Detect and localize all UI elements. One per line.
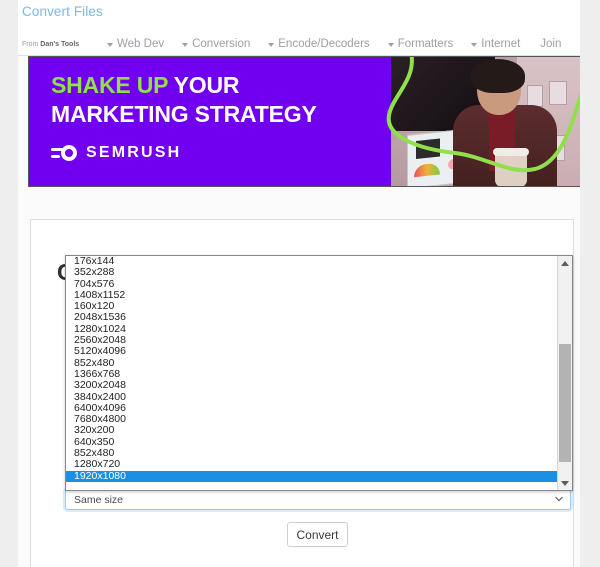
- size-select[interactable]: Same size: [65, 489, 571, 510]
- nav-label: Join: [540, 38, 562, 50]
- semrush-ad-banner[interactable]: SHAKE UP YOUR MARKETING STRATEGY SEMRUSH: [28, 56, 580, 187]
- resolution-option[interactable]: 5120x4096: [66, 346, 557, 358]
- resolution-option[interactable]: 160x120: [66, 300, 557, 312]
- resolution-option[interactable]: 1408x1152: [66, 289, 557, 301]
- resolution-option[interactable]: 1920x1080: [66, 470, 557, 482]
- chevron-down-icon: [471, 43, 478, 47]
- from-brand: Dan's Tools: [40, 41, 80, 48]
- resolution-option[interactable]: 1280x1024: [66, 323, 557, 335]
- ad-headline-rest: YOUR: [167, 72, 240, 98]
- convert-button[interactable]: Convert: [287, 522, 348, 547]
- nav-label: Encode/Decoders: [278, 38, 370, 50]
- nav-item-internet[interactable]: Internet: [462, 37, 529, 51]
- ad-headline: SHAKE UP YOUR MARKETING STRATEGY: [51, 71, 317, 129]
- nav-item-encode-decoders[interactable]: Encode/Decoders: [259, 37, 378, 51]
- page-container: Convert Files From Dan's Tools Web Dev C…: [18, 0, 580, 567]
- size-select-value: Same size: [74, 493, 124, 506]
- scrollbar-thumb[interactable]: [559, 344, 571, 462]
- chevron-down-icon: [387, 43, 394, 47]
- ad-photo: [391, 57, 580, 186]
- nav-item-login[interactable]: Login: [572, 37, 580, 51]
- chevron-down-icon: [182, 43, 189, 47]
- scroll-down-arrow-icon[interactable]: [558, 476, 572, 490]
- resolution-option[interactable]: 176x144: [66, 256, 557, 267]
- ad-headline-line2: MARKETING STRATEGY: [51, 101, 317, 127]
- scroll-up-arrow-icon[interactable]: [558, 256, 572, 270]
- semrush-wordmark: SEMRUSH: [86, 144, 182, 161]
- resolution-option[interactable]: 7680x4800: [66, 413, 557, 425]
- resolution-option[interactable]: 3840x2400: [66, 391, 557, 403]
- nav-item-join[interactable]: Join: [529, 37, 572, 51]
- resolution-option[interactable]: 3200x2048: [66, 379, 557, 391]
- semrush-logo: SEMRUSH: [51, 144, 181, 162]
- nav-label: Web Dev: [117, 38, 165, 50]
- chevron-down-icon: [555, 496, 563, 502]
- chevron-down-icon: [268, 43, 275, 47]
- site-header: Convert Files From Dan's Tools Web Dev C…: [18, 0, 580, 56]
- resolution-option[interactable]: 2048x1536: [66, 312, 557, 324]
- resolution-listbox[interactable]: 176x144 352x288 704x576 1408x1152 160x120 204…: [65, 255, 573, 491]
- resolution-option[interactable]: 320x200: [66, 425, 557, 437]
- ad-text-panel: SHAKE UP YOUR MARKETING STRATEGY SEMRUSH: [29, 57, 409, 186]
- semrush-comet-icon: [51, 144, 77, 162]
- nav-item-conversion[interactable]: Conversion: [173, 37, 259, 51]
- from-prefix: From: [22, 41, 41, 48]
- nav-label: Formatters: [397, 38, 454, 50]
- resolution-option[interactable]: 1280x720: [66, 459, 557, 471]
- ad-headline-accent: SHAKE UP: [51, 72, 168, 98]
- resolution-option[interactable]: 852x480: [66, 357, 557, 369]
- resolution-option[interactable]: 6400x4096: [66, 402, 557, 414]
- resolution-option[interactable]: 352x288: [66, 266, 557, 278]
- resolution-option[interactable]: 852x480: [66, 447, 557, 459]
- nav-item-formatters[interactable]: Formatters: [379, 37, 463, 51]
- nav-label: Internet: [481, 38, 521, 50]
- chevron-down-icon: [107, 43, 113, 47]
- resolution-option-list: 176x144 352x288 704x576 1408x1152 160x120 204…: [66, 256, 557, 490]
- resolution-option[interactable]: 1366x768: [66, 368, 557, 380]
- nav-item-web-dev[interactable]: Web Dev: [98, 37, 173, 51]
- main-navigation: Web Dev Conversion Encode/Decoders Forma…: [98, 35, 580, 53]
- nav-label: Conversion: [192, 38, 251, 50]
- from-dans-tools-label: From Dan's Tools: [22, 41, 79, 48]
- site-title-link[interactable]: Convert Files: [22, 4, 103, 20]
- resolution-option[interactable]: 640x350: [66, 436, 557, 448]
- resolution-option[interactable]: 704x576: [66, 278, 557, 290]
- listbox-scrollbar[interactable]: [557, 256, 572, 490]
- resolution-option[interactable]: 2560x2048: [66, 334, 557, 346]
